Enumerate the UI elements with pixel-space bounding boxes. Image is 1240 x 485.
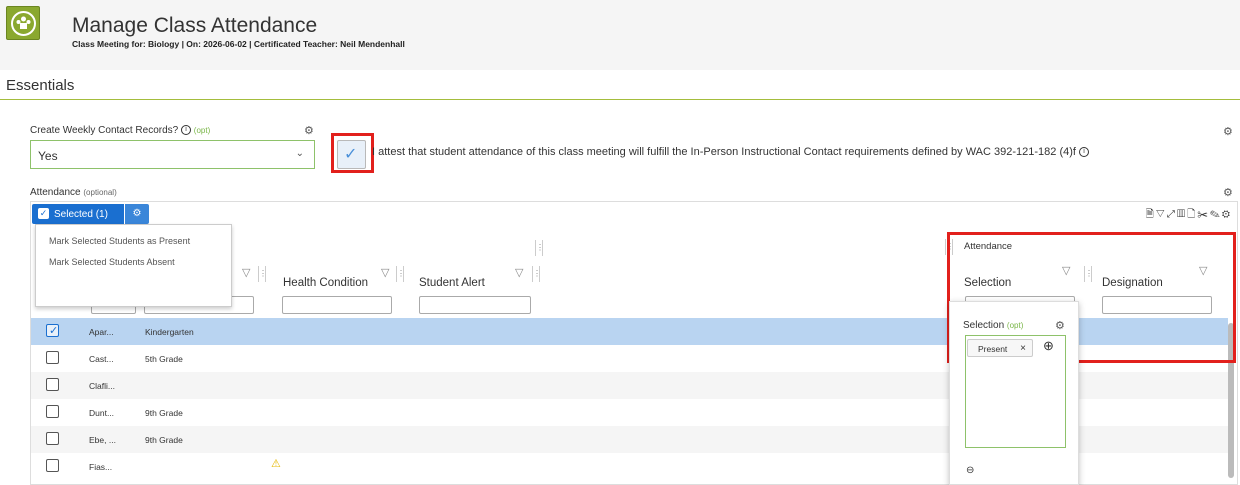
filter-icon[interactable]: ▽ [515,266,523,279]
selected-gear-button[interactable]: ⚙ [125,204,149,224]
attest-text: I attest that student attendance of this… [372,146,1090,158]
row-checkbox[interactable] [46,324,59,337]
menu-item-mark-present[interactable]: Mark Selected Students as Present [49,236,190,246]
attendance-label: Attendance (optional) [30,187,117,198]
page-title: Manage Class Attendance [72,14,318,37]
zoom-in-icon[interactable]: ⊕ [1043,338,1054,354]
weekly-contact-label: Create Weekly Contact Records? i (opt) [30,125,211,136]
table-row[interactable]: Cast... 5th Grade [31,345,543,372]
popup-label: Selection (opt) [963,320,1024,331]
check-icon: ✓ [344,146,358,163]
table-row[interactable]: Apar... Kindergarten [31,318,543,345]
column-menu-icon[interactable]: ⋮ [532,266,541,282]
column-menu-icon[interactable]: ⋮ [396,266,405,282]
check-icon: ✓ [38,208,49,219]
column-header-health[interactable]: Health Condition [283,277,368,289]
filter-icon[interactable]: ▽ [242,266,250,279]
app-logo-icon [6,6,40,40]
row-stripe [543,372,1228,399]
table-row[interactable]: Fias... ⚠ [31,453,543,480]
section-title: Essentials [6,77,75,94]
table-row[interactable]: Ebe, ... 9th Grade [31,426,543,453]
selection-popup: Selection (opt) ⚙ Present × ⊕ ⊖ [949,301,1079,485]
gear-icon[interactable]: ⚙ [1055,319,1065,332]
minus-circle-icon[interactable]: ⊖ [966,465,974,476]
selected-button[interactable]: ✓ Selected (1) [32,204,124,224]
row-checkbox[interactable] [46,378,59,391]
filter-input[interactable] [419,296,531,314]
close-icon[interactable]: × [1020,343,1026,354]
row-checkbox[interactable] [46,432,59,445]
attest-checkbox[interactable]: ✓ [337,140,366,169]
gear-icon[interactable]: ⚙ [304,124,314,137]
chevron-down-icon: ⌄ [295,148,304,159]
table-row[interactable]: Clafli... [31,372,543,399]
page-header: Manage Class Attendance Class Meeting fo… [0,0,1240,70]
grid-toolbar[interactable]: 🗎▽⤢▥🗋✂✎⚙ [1146,207,1232,224]
filter-input[interactable] [282,296,392,314]
weekly-contact-select[interactable]: Yes ⌄ [30,140,315,169]
gear-icon[interactable]: ⚙ [1223,125,1233,138]
page-subtitle: Class Meeting for: Biology | On: 2026-06… [72,39,405,49]
info-icon[interactable]: i [181,125,191,136]
section-divider [0,99,1240,100]
filter-icon[interactable]: ▽ [381,266,389,279]
row-checkbox[interactable] [46,459,59,472]
selected-actions-menu: Mark Selected Students as Present Mark S… [35,224,232,307]
info-icon[interactable]: i [1079,147,1090,158]
row-checkbox[interactable] [46,405,59,418]
column-header-alert[interactable]: Student Alert [419,277,485,289]
gear-icon[interactable]: ⚙ [1223,186,1233,199]
row-stripe [543,426,1228,453]
menu-item-mark-absent[interactable]: Mark Selected Students Absent [49,257,175,267]
warning-icon: ⚠ [271,458,281,470]
table-row[interactable]: Dunt... 9th Grade [31,399,543,426]
row-checkbox[interactable] [46,351,59,364]
column-menu-icon[interactable]: ⋮ [258,266,267,282]
selection-tag[interactable]: Present × [967,339,1033,357]
column-menu-icon[interactable]: ⋮ [535,240,544,256]
